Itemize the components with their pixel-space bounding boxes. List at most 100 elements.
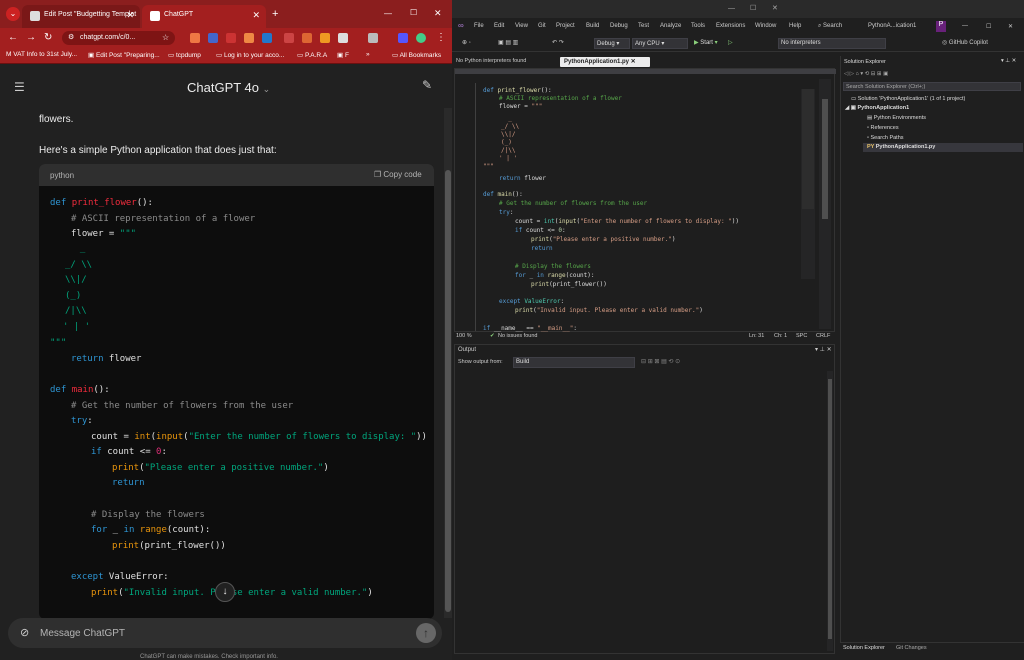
- menu-window[interactable]: Window: [755, 23, 776, 29]
- output-source-dropdown[interactable]: Build: [513, 357, 635, 368]
- zoom-level[interactable]: 100 %: [456, 333, 472, 339]
- tab-python-file[interactable]: PythonApplication1.py ✕: [560, 57, 650, 67]
- new-item-icon[interactable]: ▣ ▤ ▥: [498, 39, 518, 46]
- menu-git[interactable]: Git: [538, 23, 546, 29]
- se-toolbar[interactable]: ◁ ▷ ⌂ ▾ ⟲ ⊟ ⊞ ▣: [844, 71, 888, 77]
- bookmark-folder[interactable]: ▭ tcpdump: [168, 51, 201, 59]
- bookmarks-more[interactable]: »: [366, 51, 370, 58]
- tree-python-environments[interactable]: ▤ Python Environments: [867, 115, 926, 121]
- close-button[interactable]: ✕: [1008, 23, 1013, 30]
- minimize-button[interactable]: —: [384, 9, 392, 18]
- minimap[interactable]: [801, 89, 815, 279]
- maximize-button[interactable]: ☐: [750, 4, 756, 12]
- editor-scrollbar[interactable]: [819, 79, 831, 329]
- minimize-button[interactable]: —: [728, 5, 735, 12]
- back-icon[interactable]: ⊕ ◦: [462, 39, 471, 46]
- model-selector[interactable]: ChatGPT 4o ⌄: [187, 80, 270, 95]
- menu-test[interactable]: Test: [638, 23, 649, 29]
- output-tools-icon[interactable]: ⊟ ⊞ ⊠ ▤ ⟲ ⊙: [641, 358, 680, 365]
- close-window-button[interactable]: ✕: [434, 8, 442, 19]
- start-without-debug-icon[interactable]: ▷: [728, 39, 733, 46]
- minimize-button[interactable]: —: [962, 23, 968, 29]
- pin-icon[interactable]: ▾ ⊥ ✕: [1001, 58, 1016, 64]
- extension-icon[interactable]: [398, 33, 408, 43]
- tree-search-paths[interactable]: ▫ Search Paths: [867, 135, 904, 141]
- extension-icon[interactable]: [320, 33, 330, 43]
- menu-analyze[interactable]: Analyze: [660, 23, 681, 29]
- code-line: print("Please enter a positive number."): [531, 236, 676, 243]
- send-button[interactable]: ↑: [416, 623, 436, 643]
- forward-icon[interactable]: →: [26, 32, 36, 44]
- attach-icon[interactable]: ⊘: [20, 626, 29, 639]
- bookmark-item[interactable]: ▣ Edit Post "Preparing...: [88, 51, 160, 59]
- extension-icon[interactable]: [244, 33, 254, 43]
- profile-avatar[interactable]: [416, 33, 426, 43]
- tree-references[interactable]: ▫ References: [867, 125, 899, 131]
- menu-tools[interactable]: Tools: [691, 23, 705, 29]
- bookmark-item[interactable]: ▭ Log in to your acco...: [216, 51, 284, 59]
- tree-solution[interactable]: ▭ Solution 'PythonApplication1' (1 of 1 …: [851, 96, 965, 102]
- extension-icon[interactable]: [226, 33, 236, 43]
- scroll-down-button[interactable]: ↓: [215, 582, 235, 602]
- tab-git-changes[interactable]: Git Changes: [896, 645, 927, 651]
- close-tab-icon[interactable]: ✕: [252, 10, 260, 21]
- close-panel-icon[interactable]: ▾ ⊥ ✕: [815, 346, 832, 353]
- site-info-icon[interactable]: ⚙: [68, 33, 74, 41]
- url-input[interactable]: ⚙ chatgpt.com/c/0...: [62, 31, 175, 45]
- menu-file[interactable]: File: [474, 23, 484, 29]
- start-button[interactable]: ▶ Start ▾: [694, 39, 718, 46]
- search-button[interactable]: ⌕ Search: [818, 23, 842, 30]
- maximize-button[interactable]: ☐: [986, 23, 991, 30]
- tree-python-file[interactable]: PY PythonApplication1.py: [867, 144, 935, 150]
- interpreter-dropdown[interactable]: No interpreters: [778, 38, 886, 49]
- tab-edit-post[interactable]: Edit Post "Budgetting Templat ✕: [22, 5, 140, 28]
- issues-status[interactable]: No issues found: [498, 333, 537, 339]
- menu-extensions[interactable]: Extensions: [716, 23, 745, 29]
- menu-project[interactable]: Project: [556, 23, 575, 29]
- extension-icon[interactable]: [284, 33, 294, 43]
- indent-mode[interactable]: SPC: [796, 333, 807, 339]
- scrollbar-thumb[interactable]: [828, 379, 832, 639]
- new-tab-button[interactable]: +: [272, 8, 278, 20]
- config-dropdown[interactable]: Debug ▾: [594, 38, 630, 49]
- close-button[interactable]: ✕: [772, 4, 778, 12]
- bookmark-star-icon[interactable]: ☆: [162, 32, 169, 44]
- close-tab-icon[interactable]: ✕: [126, 10, 134, 21]
- bookmark-item[interactable]: M VAT Info to 31st July...: [6, 51, 77, 58]
- menu-build[interactable]: Build: [586, 23, 599, 29]
- scrollbar-thumb[interactable]: [445, 170, 451, 612]
- scrollbar-thumb[interactable]: [822, 99, 828, 219]
- tab-chatgpt[interactable]: ChatGPT ✕: [142, 5, 266, 28]
- output-scrollbar[interactable]: [827, 371, 833, 651]
- new-chat-icon[interactable]: ✎: [422, 78, 432, 92]
- tab-search-button[interactable]: ⌄: [6, 7, 20, 21]
- puzzle-icon[interactable]: [338, 33, 348, 43]
- sidebar-toggle-icon[interactable]: ☰: [14, 80, 25, 94]
- all-bookmarks[interactable]: ▭ All Bookmarks: [392, 51, 441, 59]
- bookmark-folder[interactable]: ▭ P.A.R.A: [297, 51, 327, 59]
- platform-dropdown[interactable]: Any CPU ▾: [632, 38, 688, 49]
- reload-icon[interactable]: ↻: [44, 32, 52, 44]
- menu-icon[interactable]: ⋮: [436, 32, 446, 44]
- profile-badge[interactable]: P: [936, 21, 946, 32]
- copy-code-button[interactable]: ❐ Copy code: [374, 170, 422, 179]
- back-icon[interactable]: ←: [8, 32, 18, 44]
- tree-project[interactable]: ◢ ▣ PythonApplication1: [845, 105, 909, 111]
- extension-icon[interactable]: [368, 33, 378, 43]
- extension-icon[interactable]: [302, 33, 312, 43]
- maximize-button[interactable]: ☐: [410, 8, 417, 17]
- tab-solution-explorer[interactable]: Solution Explorer: [843, 645, 885, 651]
- extension-icon[interactable]: [208, 33, 218, 43]
- menu-help[interactable]: Help: [789, 23, 801, 29]
- undo-icon[interactable]: ↶ ↷: [552, 39, 564, 46]
- code-editor[interactable]: def print_flower(): # ASCII representati…: [454, 68, 836, 332]
- menu-debug[interactable]: Debug: [610, 23, 628, 29]
- line-endings[interactable]: CRLF: [816, 333, 830, 339]
- copilot-button[interactable]: ◎ GitHub Copilot: [942, 39, 988, 46]
- bookmark-item[interactable]: ▣ F: [337, 51, 349, 59]
- menu-view[interactable]: View: [515, 23, 528, 29]
- extension-icon[interactable]: [262, 33, 272, 43]
- menu-edit[interactable]: Edit: [494, 23, 504, 29]
- extension-icon[interactable]: [190, 33, 200, 43]
- se-search-input[interactable]: Search Solution Explorer (Ctrl+;): [843, 82, 1021, 91]
